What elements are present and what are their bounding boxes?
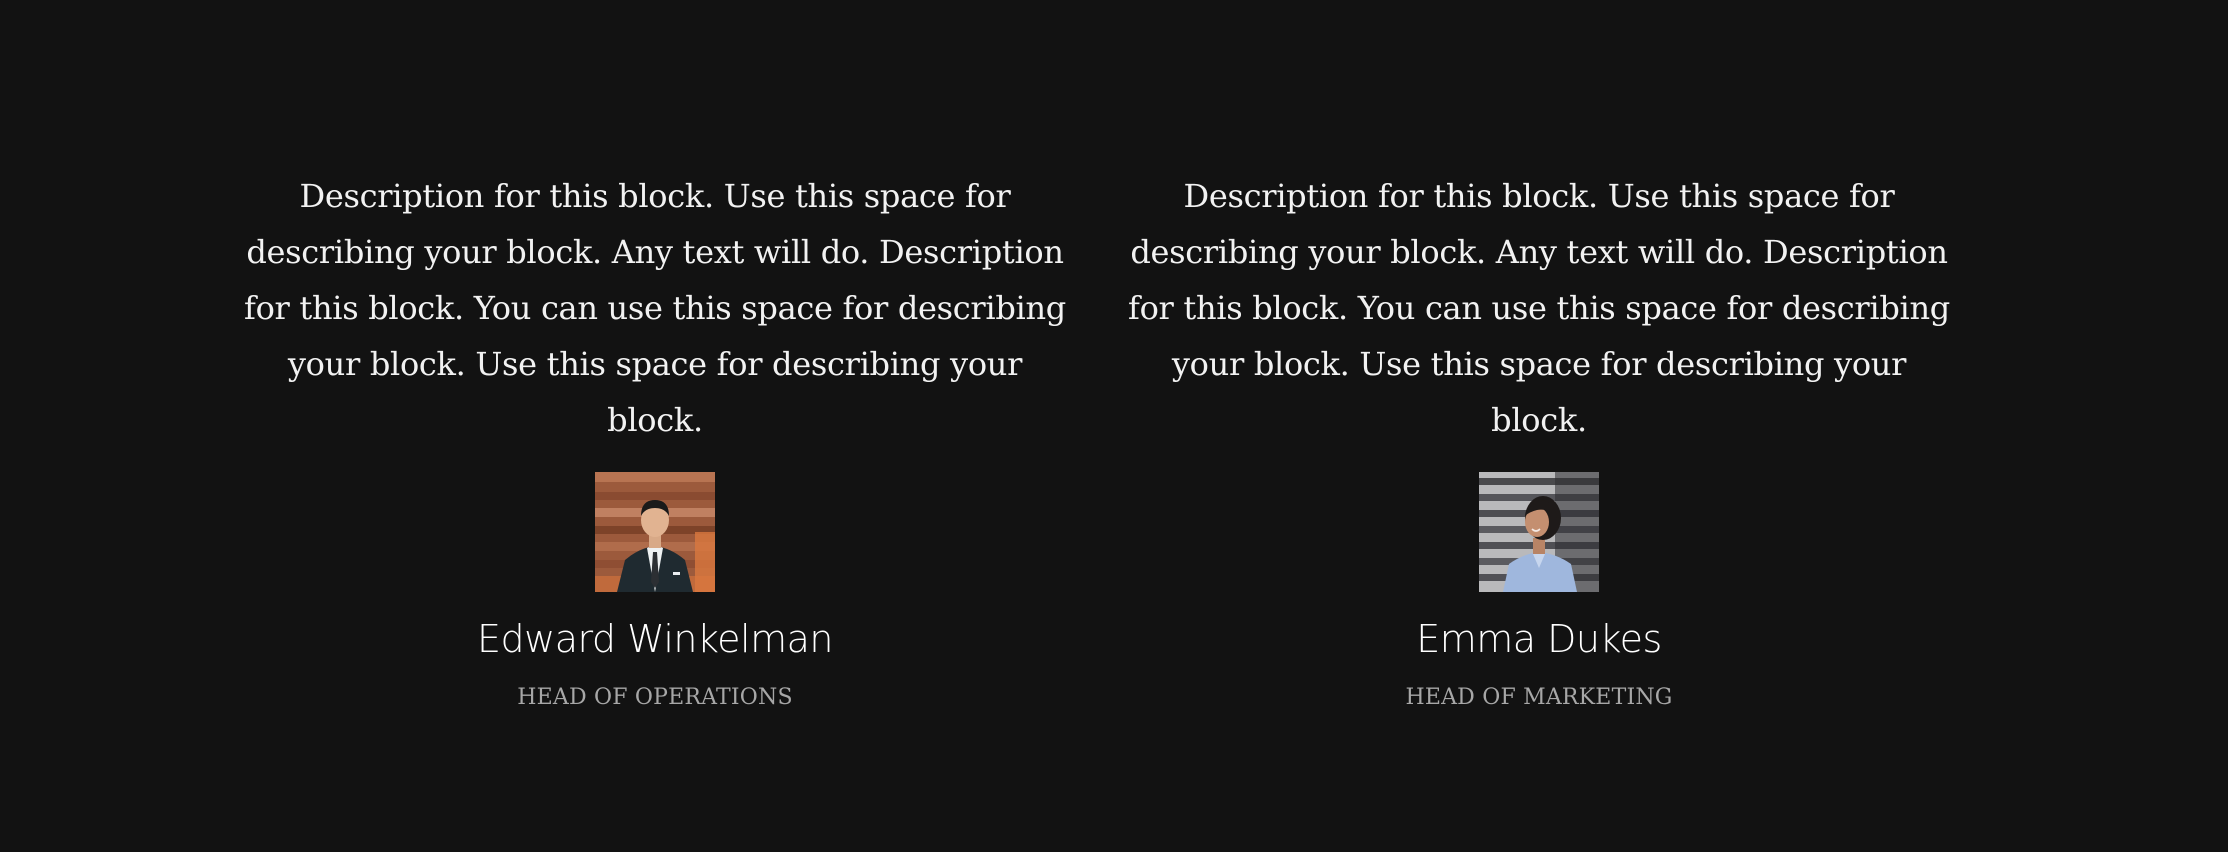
team-member-card: Description for this block. Use this spa…: [1109, 168, 1969, 712]
portrait-man-suit-icon: [595, 472, 715, 592]
member-role: HEAD OF OPERATIONS: [517, 685, 793, 710]
member-role: HEAD OF MARKETING: [1405, 685, 1673, 710]
member-description: Description for this block. Use this spa…: [244, 177, 1066, 439]
portrait-woman-shirt-icon: [1479, 472, 1599, 592]
avatar: [1479, 472, 1599, 592]
member-name: Edward Winkelman: [476, 617, 834, 661]
team-section: Description for this block. Use this spa…: [0, 0, 2228, 852]
team-member-card: Description for this block. Use this spa…: [225, 168, 1085, 712]
member-description: Description for this block. Use this spa…: [1128, 177, 1950, 439]
member-name: Emma Dukes: [1416, 617, 1662, 661]
avatar: [595, 472, 715, 592]
